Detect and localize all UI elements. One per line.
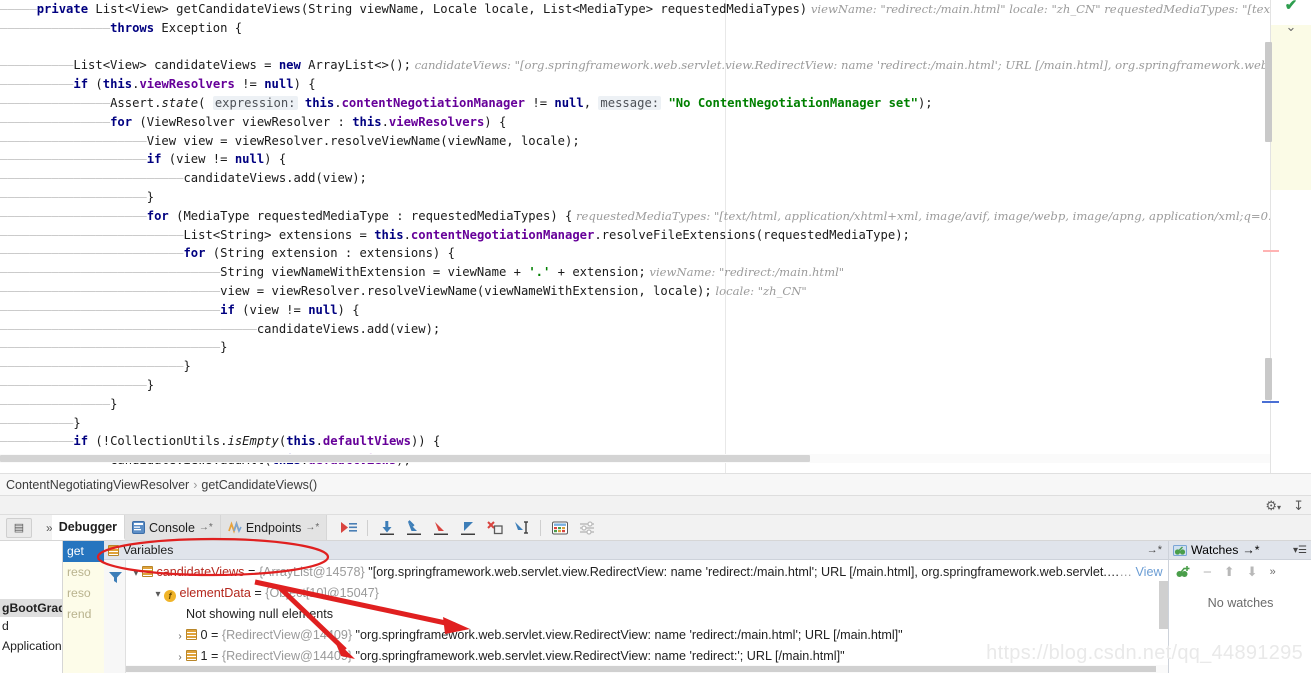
annotation-arrow-2-head xyxy=(334,639,355,659)
watermark: https://blog.csdn.net/qq_44891295 xyxy=(986,642,1303,664)
annotation-ellipse-candidateviews xyxy=(96,537,330,577)
annotation-arrow-1-line xyxy=(254,579,456,628)
annotation-overlay xyxy=(96,537,470,659)
annotation-arrow-1-head xyxy=(443,617,470,634)
ide-window: —————private List<View> getCandidateView… xyxy=(0,0,1311,673)
